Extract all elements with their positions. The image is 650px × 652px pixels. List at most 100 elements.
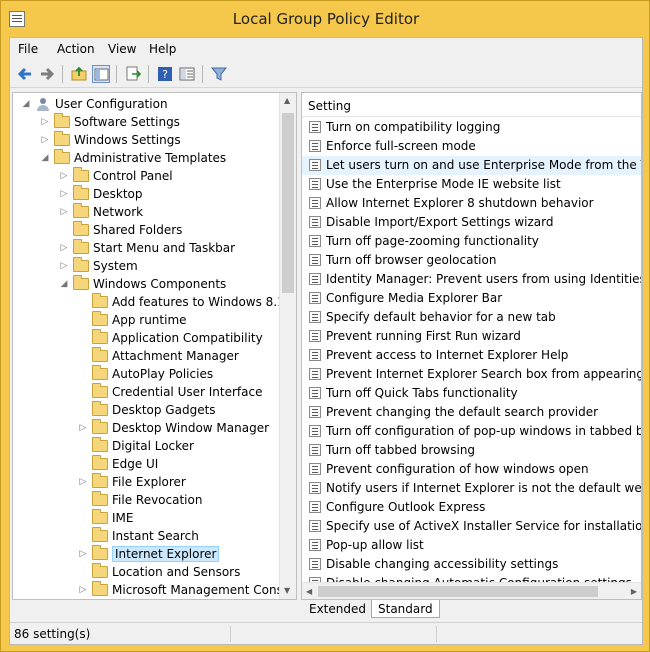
expand-icon[interactable]: ▷	[40, 117, 50, 127]
no-expander	[78, 405, 88, 415]
table-row[interactable]: Turn off configuration of pop-up windows…	[302, 422, 641, 441]
expand-icon[interactable]: ▷	[78, 423, 88, 433]
table-row[interactable]: Enforce full-screen mode	[302, 137, 641, 156]
expand-icon[interactable]: ▷	[59, 171, 69, 181]
folder-icon	[73, 257, 89, 272]
table-row[interactable]: Disable Import/Export Settings wizard	[302, 213, 641, 232]
tree-item-edge-ui[interactable]: Edge UI	[78, 455, 296, 473]
list-horizontal-scrollbar[interactable]: ◀ ▶	[302, 582, 641, 599]
tree-item-ime[interactable]: IME	[78, 509, 296, 527]
tree-item-system[interactable]: ▷ System	[59, 257, 296, 275]
help-icon[interactable]: ?	[156, 65, 174, 83]
table-row[interactable]: Prevent configuration of how windows ope…	[302, 460, 641, 479]
collapse-icon[interactable]: ◢	[21, 99, 31, 109]
table-row[interactable]: Notify users if Internet Explorer is not…	[302, 479, 641, 498]
tree-pane[interactable]: ◢ User Configuration ▷ Software Settings ▷…	[12, 92, 297, 600]
title-bar[interactable]: Local Group Policy Editor	[1, 1, 650, 37]
table-row[interactable]: Prevent access to Internet Explorer Help	[302, 346, 641, 365]
scroll-right-arrow-icon[interactable]: ▶	[631, 587, 637, 596]
filter-icon[interactable]	[210, 65, 228, 83]
tree-item-attachment-manager[interactable]: Attachment Manager	[78, 347, 296, 365]
policy-setting-icon	[309, 520, 321, 532]
expand-icon[interactable]: ▷	[59, 243, 69, 253]
expand-icon[interactable]: ▷	[59, 189, 69, 199]
settings-list-pane[interactable]: Setting Turn on compatibility logging Enf…	[301, 92, 642, 600]
scroll-left-arrow-icon[interactable]: ◀	[306, 587, 312, 596]
tree-item-application-compatibility[interactable]: Application Compatibility	[78, 329, 296, 347]
expand-icon[interactable]: ▷	[40, 135, 50, 145]
collapse-icon[interactable]: ◢	[40, 153, 50, 163]
table-row[interactable]: Turn off page-zooming functionality	[302, 232, 641, 251]
tree-vertical-scrollbar[interactable]: ▲ ▼	[279, 93, 296, 599]
tree-item-instant-search[interactable]: Instant Search	[78, 527, 296, 545]
table-row[interactable]: Let users turn on and use Enterprise Mod…	[302, 156, 641, 175]
folder-icon	[54, 113, 70, 128]
column-header-setting[interactable]: Setting	[302, 93, 641, 117]
menu-action[interactable]: Action	[57, 42, 95, 56]
table-row[interactable]: Allow Internet Explorer 8 shutdown behav…	[302, 194, 641, 213]
tree-item-administrative-templates[interactable]: ◢ Administrative Templates	[40, 149, 296, 167]
tree-item-microsoft-management-console[interactable]: ▷ Microsoft Management Console	[78, 581, 296, 599]
tree-item-network[interactable]: ▷ Network	[59, 203, 296, 221]
expand-icon[interactable]: ▷	[59, 261, 69, 271]
table-row[interactable]: Disable changing accessibility settings	[302, 555, 641, 574]
export-list-icon[interactable]	[124, 65, 142, 83]
tree-item-digital-locker[interactable]: Digital Locker	[78, 437, 296, 455]
table-row[interactable]: Identity Manager: Prevent users from usi…	[302, 270, 641, 289]
scroll-thumb[interactable]	[282, 113, 294, 293]
scroll-down-arrow-icon[interactable]: ▼	[284, 587, 292, 595]
table-row[interactable]: Turn off browser geolocation	[302, 251, 641, 270]
tab-extended[interactable]: Extended	[303, 600, 373, 618]
menu-file[interactable]: File	[18, 42, 38, 56]
tree-item-desktop-window-manager[interactable]: ▷ Desktop Window Manager	[78, 419, 296, 437]
collapse-icon[interactable]: ◢	[59, 279, 69, 289]
status-setting-count: 86 setting(s)	[14, 627, 91, 641]
scroll-up-arrow-icon[interactable]: ▲	[284, 97, 292, 105]
tree-item-control-panel[interactable]: ▷ Control Panel	[59, 167, 296, 185]
table-row[interactable]: Prevent changing the default search prov…	[302, 403, 641, 422]
tree-item-windows-settings[interactable]: ▷ Windows Settings	[40, 131, 296, 149]
tree-item-shared-folders[interactable]: Shared Folders	[59, 221, 296, 239]
table-row[interactable]: Prevent Internet Explorer Search box fro…	[302, 365, 641, 384]
table-row[interactable]: Configure Outlook Express	[302, 498, 641, 517]
table-row[interactable]: Specify use of ActiveX Installer Service…	[302, 517, 641, 536]
setting-name: Enforce full-screen mode	[326, 139, 476, 153]
tree-item-user-configuration[interactable]: ◢ User Configuration	[21, 95, 281, 113]
setting-name: Turn off page-zooming functionality	[326, 234, 539, 248]
expand-icon[interactable]: ▷	[78, 549, 88, 559]
table-row[interactable]: Turn off tabbed browsing	[302, 441, 641, 460]
scroll-thumb[interactable]	[318, 586, 598, 597]
extended-view-icon[interactable]	[178, 65, 196, 83]
tree-item-file-explorer[interactable]: ▷ File Explorer	[78, 473, 296, 491]
tree-item-desktop[interactable]: ▷ Desktop	[59, 185, 296, 203]
table-row[interactable]: Specify default behavior for a new tab	[302, 308, 641, 327]
tree-item-app-runtime[interactable]: App runtime	[78, 311, 296, 329]
table-row[interactable]: Turn off Quick Tabs functionality	[302, 384, 641, 403]
back-arrow-icon[interactable]	[16, 65, 34, 83]
tree-item-start-menu-and-taskbar[interactable]: ▷ Start Menu and Taskbar	[59, 239, 296, 257]
tree-item-location-and-sensors[interactable]: Location and Sensors	[78, 563, 296, 581]
table-row[interactable]: Configure Media Explorer Bar	[302, 289, 641, 308]
tree-item-internet-explorer[interactable]: ▷ Internet Explorer	[78, 545, 296, 563]
table-row[interactable]: Use the Enterprise Mode IE website list	[302, 175, 641, 194]
tree-item-label: Shared Folders	[93, 223, 183, 237]
expand-icon[interactable]: ▷	[78, 585, 88, 595]
table-row[interactable]: Prevent running First Run wizard	[302, 327, 641, 346]
tree-item-credential-user-interface[interactable]: Credential User Interface	[78, 383, 296, 401]
menu-view[interactable]: View	[108, 42, 136, 56]
forward-arrow-icon[interactable]	[38, 65, 56, 83]
expand-icon[interactable]: ▷	[78, 477, 88, 487]
tab-standard[interactable]: Standard	[371, 600, 440, 618]
menu-help[interactable]: Help	[149, 42, 176, 56]
tree-item-autoplay-policies[interactable]: AutoPlay Policies	[78, 365, 296, 383]
expand-icon[interactable]: ▷	[59, 207, 69, 217]
tree-item-desktop-gadgets[interactable]: Desktop Gadgets	[78, 401, 296, 419]
tree-item-software-settings[interactable]: ▷ Software Settings	[40, 113, 296, 131]
table-row[interactable]: Turn on compatibility logging	[302, 118, 641, 137]
up-folder-icon[interactable]	[70, 65, 88, 83]
table-row[interactable]: Pop-up allow list	[302, 536, 641, 555]
show-hide-tree-icon[interactable]	[92, 65, 110, 83]
tree-item-file-revocation[interactable]: File Revocation	[78, 491, 296, 509]
tree-item-add-features-to-windows-8-1[interactable]: Add features to Windows 8.1	[78, 293, 296, 311]
tree-item-windows-components[interactable]: ◢ Windows Components	[59, 275, 296, 293]
